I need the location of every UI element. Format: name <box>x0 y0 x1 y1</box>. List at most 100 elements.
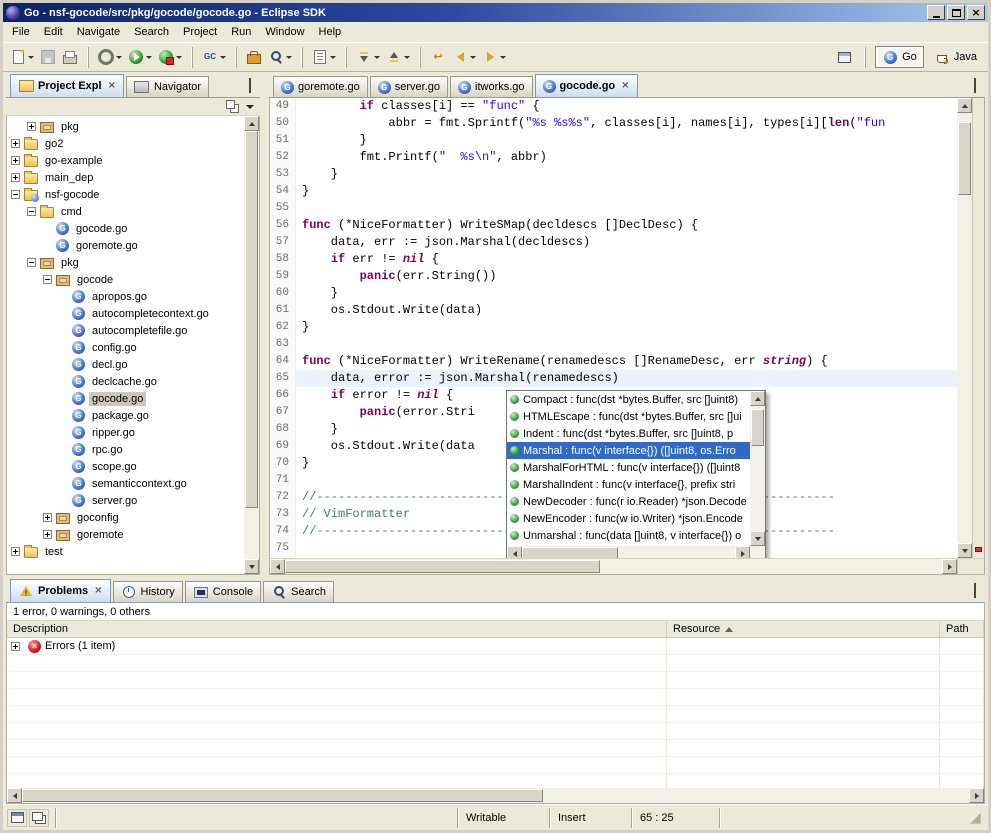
tree-item-scope-go[interactable]: scope.go <box>7 458 244 475</box>
editor-hscrollbar[interactable] <box>270 559 957 574</box>
tree-item-ripper-go[interactable]: ripper.go <box>7 424 244 441</box>
scroll-up-button[interactable] <box>957 98 972 113</box>
scroll-up-button[interactable] <box>244 116 259 131</box>
search-button[interactable] <box>265 45 295 69</box>
tab-console[interactable]: Console <box>185 581 261 602</box>
scroll-down-button[interactable] <box>244 559 259 574</box>
tree-item-goconfig[interactable]: goconfig <box>7 509 244 526</box>
show-view-button[interactable] <box>29 809 49 827</box>
tab-project-expl[interactable]: Project Expl× <box>10 74 124 97</box>
tab-problems[interactable]: Problems× <box>10 579 111 602</box>
menu-search[interactable]: Search <box>127 24 176 40</box>
expand-icon[interactable] <box>27 122 36 131</box>
tab-server-go[interactable]: server.go <box>370 76 448 97</box>
completion-item[interactable]: MarshalIndent : func(v interface{}, pref… <box>507 476 750 493</box>
tree-item-pkg[interactable]: pkg <box>7 118 244 135</box>
scroll-down-button[interactable] <box>750 531 765 546</box>
tree-item-autocompletecontext-go[interactable]: autocompletecontext.go <box>7 305 244 322</box>
code-line[interactable]: 61 os.Stdout.Write(data) <box>270 302 957 319</box>
code-line[interactable]: 65 data, error := json.Marshal(renamedes… <box>270 370 957 387</box>
new-button[interactable] <box>7 45 37 69</box>
maximize-view-button[interactable] <box>242 79 258 93</box>
code-line[interactable]: 63 <box>270 336 957 353</box>
collapse-icon[interactable] <box>27 258 36 267</box>
expand-icon[interactable] <box>11 173 20 182</box>
scrollbar-track[interactable] <box>750 406 765 531</box>
code-line[interactable]: 60 } <box>270 285 957 302</box>
expand-icon[interactable] <box>43 530 52 539</box>
tree-item-pkg[interactable]: pkg <box>7 254 244 271</box>
tree-item-decl-go[interactable]: decl.go <box>7 356 244 373</box>
tree-item-rpc-go[interactable]: rpc.go <box>7 441 244 458</box>
code-line[interactable]: 50 abbr = fmt.Sprintf("%s %s%s", classes… <box>270 115 957 132</box>
tree-item-gocode-go[interactable]: gocode.go <box>7 390 244 407</box>
maximize-problems-button[interactable] <box>967 584 983 598</box>
scroll-right-button[interactable] <box>942 559 957 574</box>
completion-item[interactable]: Indent : func(dst *bytes.Buffer, src []u… <box>507 425 750 442</box>
maximize-button[interactable] <box>947 5 965 20</box>
column-header-path[interactable]: Path <box>940 621 984 637</box>
back-button[interactable] <box>449 45 479 69</box>
table-row[interactable]: Errors (1 item) <box>7 638 984 655</box>
gc-button[interactable] <box>199 45 229 69</box>
code-line[interactable]: 59 panic(err.String()) <box>270 268 957 285</box>
menu-help[interactable]: Help <box>312 24 349 40</box>
close-button[interactable]: × <box>967 5 985 20</box>
run-button[interactable] <box>125 45 155 69</box>
menu-file[interactable]: File <box>5 24 37 40</box>
problems-hscrollbar[interactable] <box>7 788 984 803</box>
code-line[interactable]: 64func (*NiceFormatter) WriteRename(rena… <box>270 353 957 370</box>
completion-item[interactable]: HTMLEscape : func(dst *bytes.Buffer, src… <box>507 408 750 425</box>
minimize-editor-button[interactable] <box>948 79 964 93</box>
scrollbar-thumb[interactable] <box>958 122 971 195</box>
collapse-icon[interactable] <box>43 275 52 284</box>
tree-item-cmd[interactable]: cmd <box>7 203 244 220</box>
close-icon[interactable]: × <box>108 81 116 91</box>
editor-vscrollbar[interactable] <box>957 98 972 558</box>
save-button[interactable] <box>37 45 59 69</box>
tree-item-autocompletefile-go[interactable]: autocompletefile.go <box>7 322 244 339</box>
menu-run[interactable]: Run <box>224 24 258 40</box>
code-line[interactable]: 62} <box>270 319 957 336</box>
maximize-editor-button[interactable] <box>967 79 983 93</box>
minimize-button[interactable] <box>927 5 945 20</box>
menu-project[interactable]: Project <box>176 24 224 40</box>
scrollbar-thumb[interactable] <box>751 409 764 447</box>
next-annotation-button[interactable] <box>353 45 383 69</box>
scrollbar-track[interactable] <box>522 546 735 558</box>
completion-item[interactable]: Marshal : func(v interface{}) ([]uint8, … <box>507 442 750 459</box>
run-history-button[interactable] <box>155 45 185 69</box>
overview-ruler[interactable] <box>972 98 984 558</box>
collapse-icon[interactable] <box>27 207 36 216</box>
code-line[interactable]: 57 data, err := json.Marshal(decldescs) <box>270 234 957 251</box>
scrollbar-track[interactable] <box>22 788 969 803</box>
perspective-go-button[interactable]: Go <box>875 46 924 68</box>
tree-item-goremote-go[interactable]: goremote.go <box>7 237 244 254</box>
column-header-description[interactable]: Description <box>7 621 667 637</box>
completion-item[interactable]: NewDecoder : func(r io.Reader) *json.Dec… <box>507 493 750 510</box>
scrollbar-thumb[interactable] <box>285 560 600 573</box>
code-line[interactable]: 51 } <box>270 132 957 149</box>
column-header-resource[interactable]: Resource <box>667 621 940 637</box>
view-menu-button[interactable] <box>246 105 254 109</box>
tab-goremote-go[interactable]: goremote.go <box>273 76 368 97</box>
print-button[interactable] <box>59 45 81 69</box>
menu-edit[interactable]: Edit <box>37 24 70 40</box>
scrollbar-track[interactable] <box>957 113 972 543</box>
tree-item-nsf-gocode[interactable]: nsf-gocode <box>7 186 244 203</box>
close-icon[interactable]: × <box>621 81 629 91</box>
completion-item[interactable]: Compact : func(dst *bytes.Buffer, src []… <box>507 391 750 408</box>
scroll-right-button[interactable] <box>735 546 750 558</box>
collapse-icon[interactable] <box>11 190 20 199</box>
scrollbar-thumb[interactable] <box>245 131 258 508</box>
completion-vscrollbar[interactable] <box>750 391 765 546</box>
open-perspective-button[interactable] <box>833 45 855 69</box>
explorer-scrollbar[interactable] <box>244 116 259 574</box>
tree-item-apropos-go[interactable]: apropos.go <box>7 288 244 305</box>
tree-item-config-go[interactable]: config.go <box>7 339 244 356</box>
resize-grip[interactable]: ◢ <box>970 811 984 825</box>
code-line[interactable]: 56func (*NiceFormatter) WriteSMap(declde… <box>270 217 957 234</box>
annotations-button[interactable] <box>309 45 339 69</box>
tree-item-declcache-go[interactable]: declcache.go <box>7 373 244 390</box>
minimize-view-button[interactable] <box>223 79 239 93</box>
